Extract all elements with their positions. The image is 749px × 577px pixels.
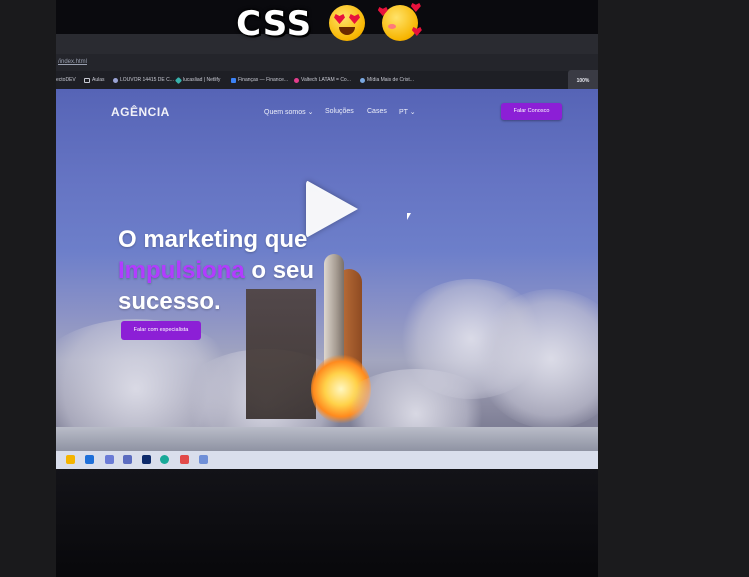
app-icon[interactable]	[105, 455, 114, 464]
folder-icon	[84, 77, 90, 83]
heart-eyes-emoji-icon	[329, 5, 366, 41]
mouse-cursor-icon	[407, 213, 411, 220]
bookmark-item[interactable]: LOUVOR 14415 DE C...	[113, 77, 174, 83]
valtech-icon	[294, 77, 299, 83]
site-logo[interactable]: AGÊNCIA	[111, 105, 170, 119]
explorer-icon[interactable]	[66, 455, 75, 464]
video-caption: CSS	[56, 3, 598, 44]
caption-text: CSS	[236, 4, 313, 44]
contact-button[interactable]: Falar Conosco	[501, 103, 562, 120]
website-hero: AGÊNCIA Quem somos ⌄ Soluções Cases PT ⌄…	[56, 89, 598, 451]
nav-cases[interactable]: Cases	[367, 108, 387, 115]
vscode-icon[interactable]	[85, 455, 94, 464]
bookmark-item[interactable]: Mídia Mais de Crist...	[360, 77, 414, 83]
bookmark-item[interactable]: ectoDEV	[56, 77, 76, 83]
hero-accent-word: Impulsiona	[118, 257, 245, 284]
finance-icon	[231, 77, 236, 83]
app-icon[interactable]	[123, 455, 132, 464]
hero-line-1: O marketing que	[118, 226, 308, 253]
monitor-bezel	[56, 469, 598, 577]
video-frame[interactable]: /index.html ectoDEV Aulas LOUVOR 14415 D…	[56, 0, 598, 577]
hero-headline: O marketing que Impulsiona o seu sucesso…	[118, 224, 314, 317]
nav-solucoes[interactable]: Soluções	[325, 108, 354, 115]
favicon-icon	[360, 77, 365, 83]
smiling-hearts-emoji-icon	[377, 3, 422, 41]
hero-line-3: sucesso.	[118, 288, 221, 315]
chevron-down-icon: ⌄	[409, 109, 416, 116]
bookmarks-bar: ectoDEV Aulas LOUVOR 14415 DE C... lucas…	[56, 71, 598, 89]
left-backdrop	[0, 0, 56, 577]
app-icon[interactable]	[199, 455, 208, 464]
bookmark-item[interactable]: Aulas	[84, 77, 105, 83]
address-text: /index.html	[58, 59, 88, 65]
specialist-button[interactable]: Falar com especialista	[121, 321, 201, 340]
netlify-icon	[174, 76, 183, 84]
os-taskbar	[56, 451, 598, 469]
right-backdrop	[598, 0, 749, 577]
hero-line-2: Impulsiona o seu	[118, 257, 315, 284]
photoshop-icon[interactable]	[142, 455, 151, 464]
bookmark-item[interactable]: lucasliad | Netlify	[174, 76, 220, 84]
app-icon[interactable]	[180, 455, 189, 464]
address-bar[interactable]: /index.html	[56, 54, 598, 71]
favicon-icon	[113, 77, 118, 83]
app-icon[interactable]	[160, 455, 169, 464]
play-icon[interactable]	[306, 180, 358, 238]
chevron-down-icon: ⌄	[307, 109, 314, 116]
bookmark-item[interactable]: Valtech LATAM = Co...	[294, 77, 351, 83]
nav-language[interactable]: PT ⌄	[399, 108, 416, 116]
launch-pad-ground	[56, 427, 598, 451]
bookmark-item[interactable]: Finanças — Finance...	[231, 77, 288, 83]
nav-quem-somos[interactable]: Quem somos ⌄	[264, 108, 313, 116]
